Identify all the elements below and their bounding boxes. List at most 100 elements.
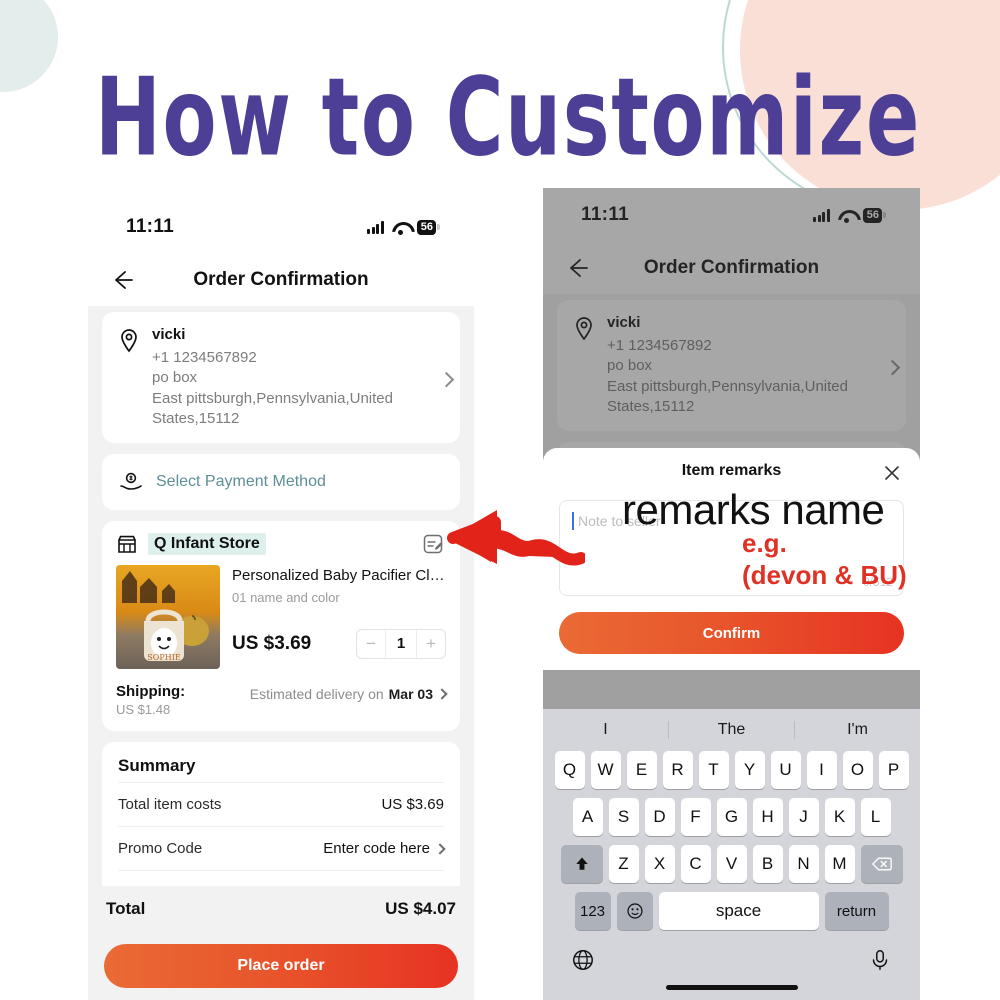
address-line-1: po box xyxy=(152,369,198,387)
shipping-row[interactable]: Shipping: US $1.48 Estimated delivery on… xyxy=(116,683,448,717)
emoji-smiley-icon[interactable] xyxy=(616,892,653,930)
predictive-text-bar: I The I'm xyxy=(543,709,920,751)
status-time: 11:11 xyxy=(126,216,174,237)
item-remarks-modal: Item remarks Note to seller 0/512 Confir… xyxy=(543,448,920,670)
chevron-right-icon xyxy=(436,688,448,700)
wifi-icon xyxy=(392,221,409,235)
key-e[interactable]: E xyxy=(626,751,657,789)
address-card[interactable]: vicki +1 1234567892 po box East pittsbur… xyxy=(557,300,906,431)
keyboard-row-4: 123 space return xyxy=(543,892,920,930)
key-u[interactable]: U xyxy=(770,751,801,789)
key-l[interactable]: L xyxy=(860,798,891,836)
recipient-name: vicki xyxy=(152,326,186,343)
summary-title: Summary xyxy=(118,756,196,775)
prediction-1[interactable]: I xyxy=(543,721,668,739)
recipient-name: vicki xyxy=(607,314,641,331)
product-row[interactable]: SOPHIE Personalized Baby Pacifier Clip C… xyxy=(116,565,446,669)
page-heading: Order Confirmation xyxy=(193,269,369,290)
product-price: US $3.69 xyxy=(232,632,312,654)
key-v[interactable]: V xyxy=(716,845,747,883)
key-m[interactable]: M xyxy=(824,845,855,883)
product-variant: 01 name and color xyxy=(232,589,340,605)
key-r[interactable]: R xyxy=(662,751,693,789)
store-name[interactable]: Q Infant Store xyxy=(148,533,266,555)
backspace-delete-icon[interactable] xyxy=(860,845,903,883)
nav-bar: Order Confirmation xyxy=(88,254,474,306)
key-p[interactable]: P xyxy=(878,751,909,789)
quantity-increase-button[interactable]: + xyxy=(417,630,445,658)
key-q[interactable]: Q xyxy=(554,751,585,789)
cellular-bars-icon xyxy=(813,208,830,222)
home-indicator xyxy=(665,985,798,990)
close-x-icon[interactable] xyxy=(882,463,902,483)
key-g[interactable]: G xyxy=(716,798,747,836)
shipping-eta-date: Mar 03 xyxy=(388,686,433,702)
prediction-3[interactable]: I'm xyxy=(794,721,920,739)
space-key[interactable]: space xyxy=(658,892,819,930)
key-o[interactable]: O xyxy=(842,751,873,789)
key-k[interactable]: K xyxy=(824,798,855,836)
annotation-eg: e.g. xyxy=(742,528,787,558)
annotation-remarks-name: remarks name xyxy=(622,486,885,533)
storefront-icon xyxy=(116,533,138,555)
back-arrow-icon[interactable] xyxy=(565,255,591,281)
total-label: Total xyxy=(106,899,146,918)
battery-icon: 56 xyxy=(862,207,886,223)
location-pin-icon xyxy=(573,316,595,342)
shipping-eta[interactable]: Estimated delivery on Mar 03 xyxy=(250,683,448,702)
key-b[interactable]: B xyxy=(752,845,783,883)
back-arrow-icon[interactable] xyxy=(110,267,136,293)
payment-hand-coin-icon xyxy=(118,470,144,494)
key-t[interactable]: T xyxy=(698,751,729,789)
key-c[interactable]: C xyxy=(680,845,711,883)
quantity-decrease-button[interactable]: − xyxy=(357,630,385,658)
address-card[interactable]: vicki +1 1234567892 po box East pittsbur… xyxy=(102,312,460,443)
onscreen-keyboard: I The I'm Q W E R T Y U I O P A S D F G … xyxy=(543,709,920,1000)
status-bar: 11:11 56 xyxy=(88,200,474,254)
key-h[interactable]: H xyxy=(752,798,783,836)
page-title: How to Customize xyxy=(95,55,922,181)
key-n[interactable]: N xyxy=(788,845,819,883)
place-order-button[interactable]: Place order xyxy=(104,944,458,988)
modal-title: Item remarks xyxy=(681,462,782,479)
summary-value: Enter code here xyxy=(323,840,430,857)
key-j[interactable]: J xyxy=(788,798,819,836)
key-f[interactable]: F xyxy=(680,798,711,836)
globe-language-icon[interactable] xyxy=(571,948,595,977)
key-s[interactable]: S xyxy=(608,798,639,836)
key-i[interactable]: I xyxy=(806,751,837,789)
address-line-1: po box xyxy=(607,357,653,375)
key-y[interactable]: Y xyxy=(734,751,765,789)
promo-code-entry[interactable]: Enter code here xyxy=(323,840,446,857)
wifi-icon xyxy=(838,209,855,223)
annotation-example: (devon & BU) xyxy=(742,560,907,590)
shipping-label: Shipping: xyxy=(116,683,186,700)
key-x[interactable]: X xyxy=(644,845,675,883)
select-payment-method-row[interactable]: Select Payment Method xyxy=(102,454,460,510)
shipping-price: US $1.48 xyxy=(116,702,171,717)
numeric-key[interactable]: 123 xyxy=(574,892,611,930)
shift-up-arrow-icon[interactable] xyxy=(560,845,603,883)
prediction-2[interactable]: The xyxy=(668,721,794,739)
confirm-button[interactable]: Confirm xyxy=(559,612,904,654)
phone-screen-right: 11:11 56 Order Confirmation vicki +1 123… xyxy=(543,188,920,1000)
keyboard-row-3: Z X C V B N M xyxy=(543,845,920,883)
return-key[interactable]: return xyxy=(824,892,889,930)
location-pin-icon xyxy=(118,328,140,354)
status-time: 11:11 xyxy=(581,204,629,225)
chevron-right-icon xyxy=(884,359,901,375)
summary-value: US $3.69 xyxy=(381,796,444,813)
nav-bar: Order Confirmation xyxy=(543,242,920,294)
total-bar: Total US $4.07 xyxy=(88,886,474,932)
microphone-icon[interactable] xyxy=(868,948,892,977)
key-a[interactable]: A xyxy=(572,798,603,836)
key-d[interactable]: D xyxy=(644,798,675,836)
address-line-2: East pittsburgh,Pennsylvania,United xyxy=(607,377,848,395)
quantity-stepper[interactable]: − 1 + xyxy=(356,628,446,659)
product-thumbnail: SOPHIE xyxy=(116,565,220,669)
key-w[interactable]: W xyxy=(590,751,621,789)
summary-row-promo-code[interactable]: Promo Code Enter code here xyxy=(118,826,446,870)
total-value: US $4.07 xyxy=(385,899,456,918)
key-z[interactable]: Z xyxy=(608,845,639,883)
battery-icon: 56 xyxy=(416,219,440,235)
